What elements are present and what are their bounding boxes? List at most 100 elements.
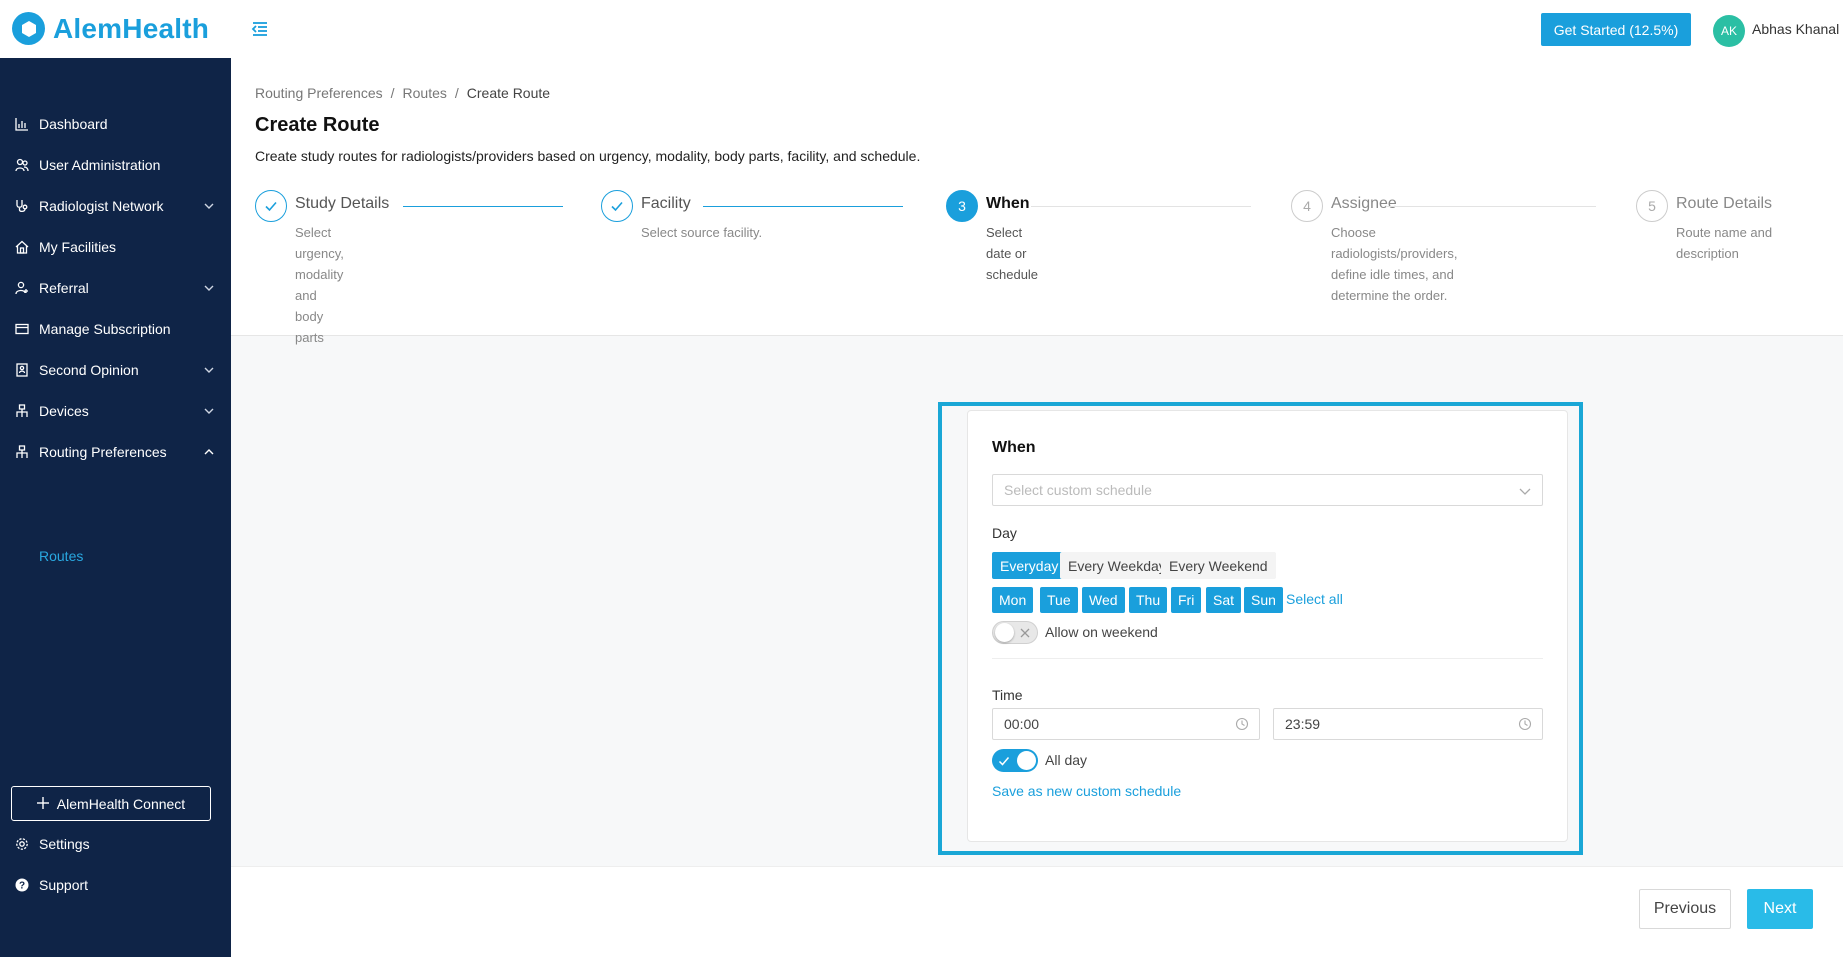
sidebar-item-devices[interactable]: Devices (0, 391, 231, 431)
sidebar-item-second-opinion[interactable]: Second Opinion (0, 350, 231, 390)
step-number: 3 (946, 190, 978, 222)
chevron-down-icon (203, 363, 215, 375)
step-number: 5 (1636, 190, 1668, 222)
select-all-link[interactable]: Select all (1286, 591, 1343, 607)
step-title: Route Details (1676, 195, 1773, 212)
sidebar-item-label: Second Opinion (39, 362, 139, 378)
home-icon (14, 239, 30, 255)
top-bar: AlemHealth Get Started (12.5%) AK Abhas … (0, 0, 1843, 58)
step-title: When (986, 195, 1030, 212)
select-placeholder: Select custom schedule (1004, 482, 1152, 498)
close-icon (1020, 625, 1030, 643)
sidebar-item-label: Radiologist Network (39, 198, 164, 214)
network-icon (14, 403, 30, 419)
end-time-input[interactable]: 23:59 (1273, 708, 1543, 740)
start-time-input[interactable]: 00:00 (992, 708, 1260, 740)
step-connector (1386, 206, 1596, 207)
connect-button-label: AlemHealth Connect (56, 795, 186, 812)
card-icon (14, 321, 30, 337)
breadcrumb-item[interactable]: Routes (403, 85, 447, 101)
end-time-value: 23:59 (1285, 716, 1321, 732)
sidebar-item-manage-subscription[interactable]: Manage Subscription (0, 309, 231, 349)
sidebar-item-label: Routing Preferences (39, 444, 167, 460)
check-icon (601, 190, 633, 222)
step-description: Route name and description (1676, 225, 1773, 261)
avatar[interactable]: AK (1713, 15, 1745, 47)
wizard-footer: Previous Next (231, 866, 1843, 957)
step-connector (403, 206, 563, 207)
brand-name: AlemHealth (53, 12, 210, 44)
preset-every-weekend[interactable]: Every Weekend (1161, 552, 1276, 579)
brand-logo[interactable]: AlemHealth (12, 12, 209, 45)
clock-icon (1235, 717, 1249, 734)
clipboard-icon (14, 362, 30, 378)
stethoscope-icon (14, 198, 30, 214)
sidebar-item-support[interactable]: ? Support (0, 865, 231, 905)
day-sun[interactable]: Sun (1244, 587, 1283, 613)
next-button[interactable]: Next (1747, 889, 1813, 929)
custom-schedule-select[interactable]: Select custom schedule (992, 474, 1543, 506)
previous-button[interactable]: Previous (1639, 889, 1731, 929)
step-connector (703, 206, 903, 207)
svg-text:?: ? (19, 881, 25, 892)
chevron-up-icon (203, 445, 215, 457)
breadcrumb-current: Create Route (466, 85, 551, 101)
sidebar-subitem-routes[interactable]: Routes (39, 548, 83, 564)
preset-every-weekday[interactable]: Every Weekday (1060, 552, 1174, 579)
day-wed[interactable]: Wed (1082, 587, 1125, 613)
users-icon (14, 157, 30, 173)
plus-icon (36, 796, 49, 812)
day-thu[interactable]: Thu (1129, 587, 1168, 613)
sidebar-item-label: My Facilities (39, 239, 117, 255)
check-icon (998, 754, 1010, 772)
sidebar-item-routing-preferences[interactable]: Routing Preferences (0, 432, 231, 472)
chevron-down-icon (203, 404, 215, 416)
main-content: Routing Preferences / Routes / Create Ro… (231, 58, 1843, 957)
day-tue[interactable]: Tue (1040, 587, 1078, 613)
step-description: Select date or schedule (986, 225, 1039, 282)
alemhealth-connect-button[interactable]: AlemHealth Connect (11, 786, 211, 821)
sidebar-item-label: Settings (39, 836, 90, 852)
check-icon (255, 190, 287, 222)
all-day-toggle[interactable] (992, 749, 1038, 772)
help-icon: ? (14, 877, 30, 893)
page-title: Create Route (255, 114, 380, 136)
all-day-label: All day (1045, 752, 1088, 768)
sidebar-item-radiologist-network[interactable]: Radiologist Network (0, 186, 231, 226)
save-custom-schedule-link[interactable]: Save as new custom schedule (992, 783, 1181, 799)
sidebar-item-label: Devices (39, 403, 89, 419)
clock-icon (1518, 717, 1532, 734)
preset-everyday[interactable]: Everyday (992, 552, 1067, 579)
day-sat[interactable]: Sat (1206, 587, 1242, 613)
chevron-down-icon (1518, 484, 1532, 501)
toggle-knob (995, 623, 1014, 642)
step-title: Facility (641, 195, 691, 212)
allow-weekend-toggle[interactable] (992, 621, 1038, 644)
breadcrumb-item[interactable]: Routing Preferences (255, 85, 383, 101)
step-connector (1031, 206, 1251, 207)
sidebar-item-label: Manage Subscription (39, 321, 171, 337)
allow-weekend-label: Allow on weekend (1045, 624, 1158, 640)
sidebar-item-user-administration[interactable]: User Administration (0, 145, 231, 185)
get-started-button[interactable]: Get Started (12.5%) (1541, 13, 1691, 46)
network-icon (14, 444, 30, 460)
day-fri[interactable]: Fri (1171, 587, 1202, 613)
sidebar-item-dashboard[interactable]: Dashboard (0, 104, 231, 144)
card-title: When (992, 439, 1036, 456)
step-title: Assignee (1331, 195, 1397, 212)
page-description: Create study routes for radiologists/pro… (255, 148, 921, 164)
divider (992, 658, 1543, 659)
day-label: Day (992, 525, 1017, 541)
step-description: Select source facility. (641, 225, 763, 240)
day-mon[interactable]: Mon (992, 587, 1034, 613)
sidebar-item-referral[interactable]: Referral (0, 268, 231, 308)
start-time-value: 00:00 (1004, 716, 1040, 732)
menu-collapse-icon[interactable] (250, 19, 270, 39)
step-title: Study Details (295, 195, 390, 212)
bar-chart-icon (14, 116, 30, 132)
sidebar-item-label: User Administration (39, 157, 161, 173)
step-description: Choose radiologists/providers, define idle… (1331, 225, 1458, 303)
sidebar-item-settings[interactable]: Settings (0, 824, 231, 864)
user-name[interactable]: Abhas Khanal (1752, 21, 1839, 37)
sidebar-item-my-facilities[interactable]: My Facilities (0, 227, 231, 267)
